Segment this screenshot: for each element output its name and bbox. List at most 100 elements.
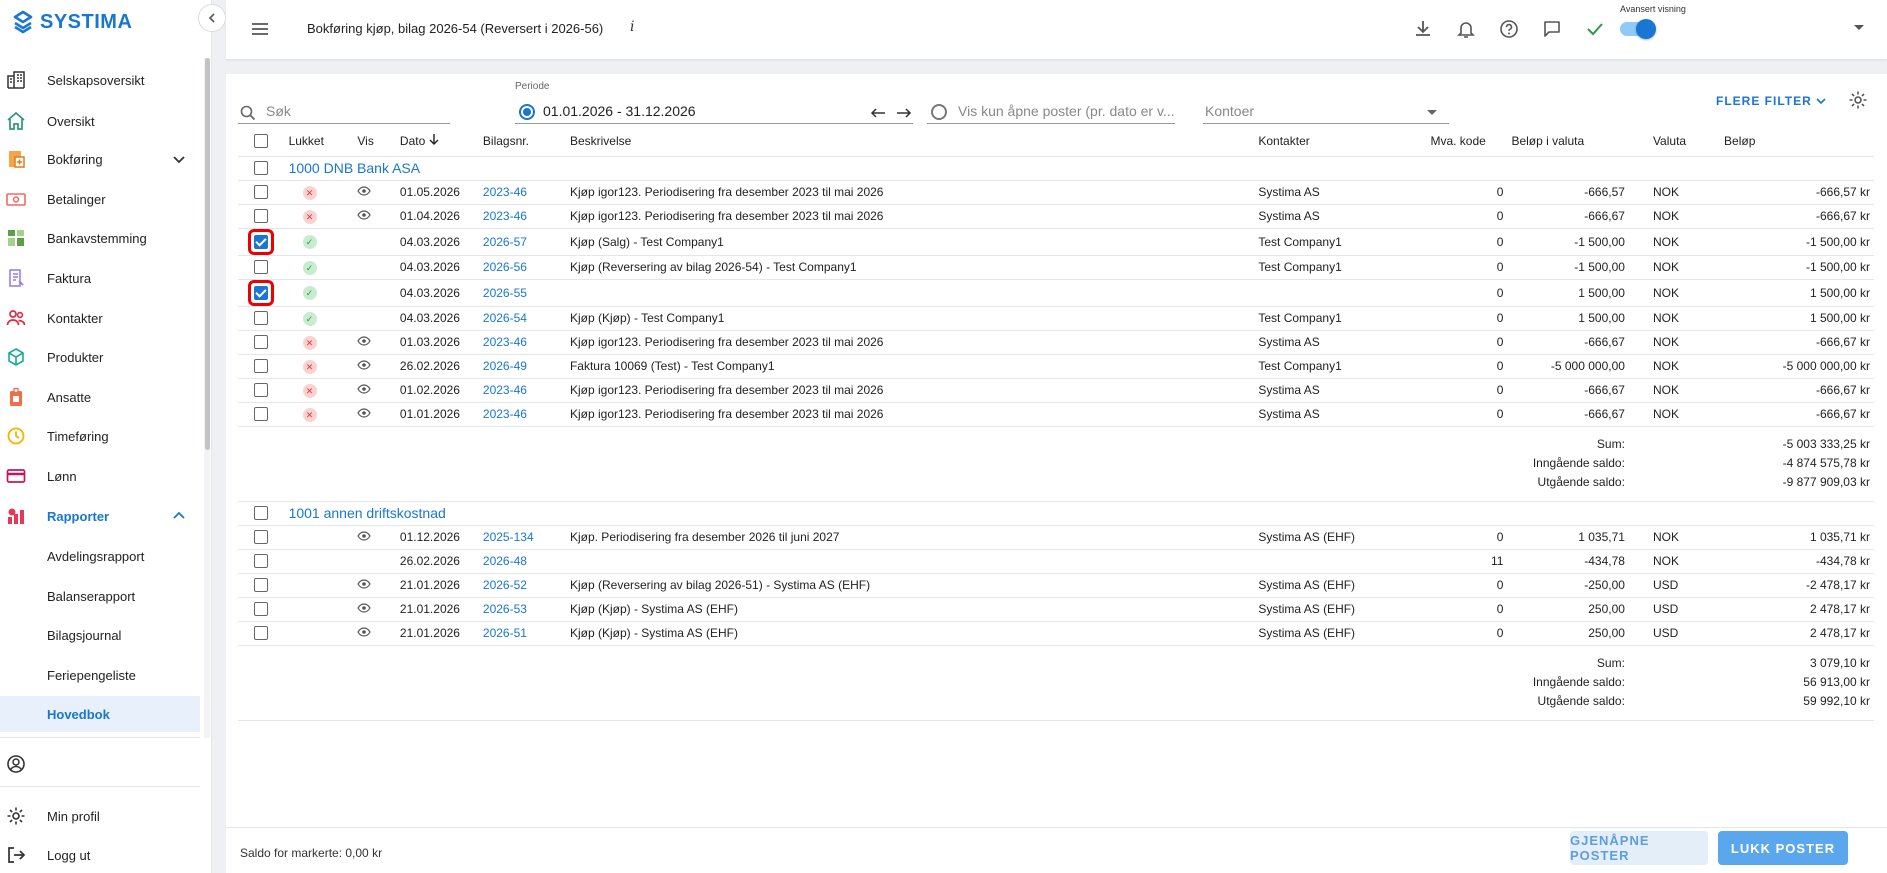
chat-icon[interactable] — [1541, 18, 1563, 40]
col-vis[interactable]: Vis — [353, 126, 396, 157]
more-filters-button[interactable]: FLERE FILTER — [1716, 94, 1826, 108]
table-row[interactable]: ✕ 01.05.2026 2023-46 Kjøp igor123. Periodis… — [238, 180, 1874, 205]
row-checkbox[interactable] — [254, 383, 269, 398]
col-belop[interactable]: Beløp — [1720, 126, 1874, 157]
open-check-icon[interactable]: ✓ — [302, 311, 317, 326]
row-checkbox[interactable] — [254, 407, 269, 422]
bilag-link[interactable]: 2025-134 — [483, 530, 534, 544]
sidebar-item-logout[interactable]: Logg ut — [0, 837, 200, 873]
closed-x-icon[interactable]: ✕ — [302, 185, 317, 200]
eye-icon[interactable] — [357, 209, 372, 220]
bilag-link[interactable]: 2026-55 — [483, 286, 527, 300]
col-dato[interactable]: Dato — [395, 126, 479, 157]
eye-icon[interactable] — [357, 626, 372, 637]
col-lukket[interactable]: Lukket — [284, 126, 354, 157]
table-row[interactable]: ✓ 04.03.2026 2026-54 Kjøp (Kjøp) - Test Com… — [238, 306, 1874, 331]
table-row[interactable]: 26.02.2026 2026-48 11 -434,78 NOK -434,78 kr — [238, 549, 1874, 574]
hamburger-menu-icon[interactable] — [250, 19, 270, 39]
bilag-link[interactable]: 2026-51 — [483, 626, 527, 640]
col-belop-valuta[interactable]: Beløp i valuta — [1507, 126, 1629, 157]
sidebar-subitem-feriepengeliste[interactable]: Feriepengeliste — [0, 657, 200, 693]
sidebar-item-timeføring[interactable]: Timeføring — [0, 418, 200, 454]
sidebar-account[interactable] — [0, 746, 200, 782]
table-row[interactable]: ✕ 26.02.2026 2026-49 Faktura 10069 (Test) -… — [238, 354, 1874, 379]
closed-x-icon[interactable]: ✕ — [302, 407, 317, 422]
systima-logo[interactable]: SYSTIMA — [12, 10, 132, 34]
open-posts-radio[interactable] — [931, 104, 947, 120]
sidebar-item-kontakter[interactable]: Kontakter — [0, 300, 200, 336]
period-radio[interactable] — [519, 104, 535, 120]
period-field[interactable]: Periode 01.01.2026 - 31.12.2026 — [515, 81, 913, 124]
table-row[interactable]: 21.01.2026 2026-51 Kjøp (Kjøp) - Systima A… — [238, 621, 1874, 646]
reopen-posts-button[interactable]: GJENÅPNE POSTER — [1570, 831, 1708, 865]
bilag-link[interactable]: 2023-46 — [483, 407, 527, 421]
help-icon[interactable] — [1498, 18, 1520, 40]
sidebar-item-oversikt[interactable]: Oversikt — [0, 103, 200, 139]
collapse-sidebar-button[interactable] — [198, 4, 226, 32]
arrow-right-icon[interactable] — [896, 108, 912, 118]
eye-icon[interactable] — [357, 602, 372, 613]
row-checkbox[interactable] — [254, 578, 269, 593]
row-checkbox[interactable] — [254, 530, 269, 545]
group-checkbox[interactable] — [254, 161, 269, 176]
eye-icon[interactable] — [357, 407, 372, 418]
row-checkbox[interactable] — [254, 260, 269, 275]
col-valuta[interactable]: Valuta — [1628, 126, 1721, 157]
sidebar-subitem-bilagsjournal[interactable]: Bilagsjournal — [0, 617, 200, 653]
close-posts-button[interactable]: LUKK POSTER — [1718, 831, 1848, 865]
bilag-link[interactable]: 2026-54 — [483, 311, 527, 325]
check-icon[interactable] — [1584, 18, 1606, 40]
row-checkbox[interactable] — [254, 335, 269, 350]
eye-icon[interactable] — [357, 578, 372, 589]
table-row[interactable]: 21.01.2026 2026-53 Kjøp (Kjøp) - Systima A… — [238, 597, 1874, 622]
open-check-icon[interactable]: ✓ — [302, 286, 317, 300]
row-checkbox[interactable] — [254, 234, 269, 249]
eye-icon[interactable] — [357, 530, 372, 541]
closed-x-icon[interactable]: ✕ — [302, 209, 317, 224]
account-group-title[interactable]: 1000 DNB Bank ASA — [289, 160, 421, 176]
sidebar-subitem-hovedbok[interactable]: Hovedbok — [0, 696, 200, 732]
bell-icon[interactable] — [1455, 18, 1477, 40]
table-row[interactable]: ✕ 01.04.2026 2023-46 Kjøp igor123. Periodis… — [238, 204, 1874, 229]
table-row[interactable]: ✕ 01.03.2026 2023-46 Kjøp igor123. Periodis… — [238, 330, 1874, 355]
accounts-select[interactable]: Kontoer — [1203, 100, 1449, 124]
select-all-checkbox[interactable] — [254, 134, 269, 149]
row-checkbox[interactable] — [254, 554, 269, 569]
account-group-title[interactable]: 1001 annen driftskostnad — [289, 505, 446, 521]
bilag-link[interactable]: 2023-46 — [483, 209, 527, 223]
open-check-icon[interactable]: ✓ — [302, 260, 317, 275]
col-beskrivelse[interactable]: Beskrivelse — [565, 126, 1255, 157]
col-kontakter[interactable]: Kontakter — [1254, 126, 1427, 157]
sidebar-item-bokføring[interactable]: Bokføring — [0, 141, 200, 177]
group-checkbox[interactable] — [254, 506, 269, 521]
open-posts-field[interactable]: Vis kun åpne poster (pr. dato er v... — [927, 100, 1175, 124]
bilag-link[interactable]: 2026-49 — [483, 359, 527, 373]
bilag-link[interactable]: 2026-56 — [483, 260, 527, 274]
advanced-view-toggle[interactable] — [1620, 19, 1656, 39]
sidebar-item-bankavstemming[interactable]: Bankavstemming — [0, 220, 200, 256]
chevron-down-icon[interactable] — [172, 152, 186, 166]
table-row[interactable]: ✓ 04.03.2026 2026-56 Kjøp (Reversering av b… — [238, 255, 1874, 280]
bilag-link[interactable]: 2026-53 — [483, 602, 527, 616]
user-menu-dropdown-icon[interactable] — [1854, 25, 1864, 30]
row-checkbox[interactable] — [254, 311, 269, 326]
arrow-left-icon[interactable] — [870, 108, 886, 118]
eye-icon[interactable] — [357, 383, 372, 394]
sidebar-item-ansatte[interactable]: Ansatte — [0, 379, 200, 415]
closed-x-icon[interactable]: ✕ — [302, 383, 317, 398]
sidebar-subitem-avdelingsrapport[interactable]: Avdelingsrapport — [0, 538, 200, 574]
bilag-link[interactable]: 2023-46 — [483, 335, 527, 349]
sidebar-item-lønn[interactable]: Lønn — [0, 458, 200, 494]
sidebar-item-rapporter[interactable]: Rapporter — [0, 498, 200, 534]
table-row[interactable]: 21.01.2026 2026-52 Kjøp (Reversering av bi… — [238, 573, 1874, 598]
bilag-link[interactable]: 2023-46 — [483, 383, 527, 397]
row-checkbox[interactable] — [254, 209, 269, 224]
download-icon[interactable] — [1412, 18, 1434, 40]
bilag-link[interactable]: 2026-57 — [483, 235, 527, 249]
sidebar-scrollbar-thumb[interactable] — [205, 58, 210, 450]
table-row[interactable]: ✓ 04.03.2026 2026-55 0 1 500,00 NOK 1 500,00 k… — [238, 279, 1874, 307]
settings-gear-icon[interactable] — [1848, 90, 1868, 110]
closed-x-icon[interactable]: ✕ — [302, 335, 317, 350]
eye-icon[interactable] — [357, 185, 372, 196]
sidebar-item-selskapsoversikt[interactable]: Selskapsoversikt — [0, 62, 200, 98]
